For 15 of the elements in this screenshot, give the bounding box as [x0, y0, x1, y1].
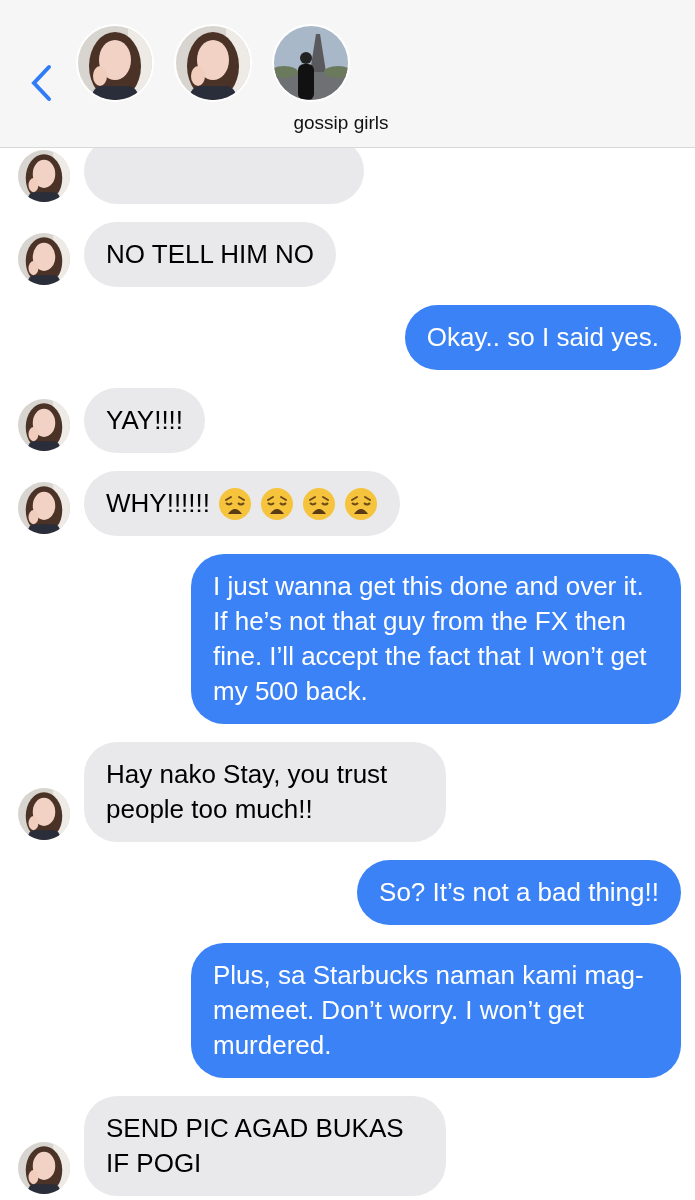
chevron-left-icon [30, 64, 52, 102]
weary-face-icon [302, 486, 336, 521]
message-text: WHY!!!!!! [106, 487, 210, 520]
message-text: So? It’s not a bad thing!! [379, 876, 659, 909]
message-text: YAY!!!! [106, 404, 184, 437]
message-text: SEND PIC AGAD BUKAS IF POGI [106, 1112, 405, 1180]
message-text: NO TELL HIM NO [106, 238, 315, 271]
message-text: I just wanna get this done and over it. If he’s not that guy from the FX then fine. I’ll accept the fact that I won’t get my 500 back. [213, 570, 648, 708]
group-name: gossip girls [292, 112, 390, 134]
message-text: Plus, sa Starbucks naman kami mag-memeet. Don’t worry. I won’t get murdered. [213, 959, 645, 1062]
message-text: Hay nako Stay, you trust people too much!! [106, 758, 389, 826]
message-text: Okay.. so I said yes. [426, 321, 659, 354]
weary-face-icon [218, 486, 252, 521]
weary-face-icon [260, 486, 294, 521]
weary-face-icon [344, 486, 378, 521]
